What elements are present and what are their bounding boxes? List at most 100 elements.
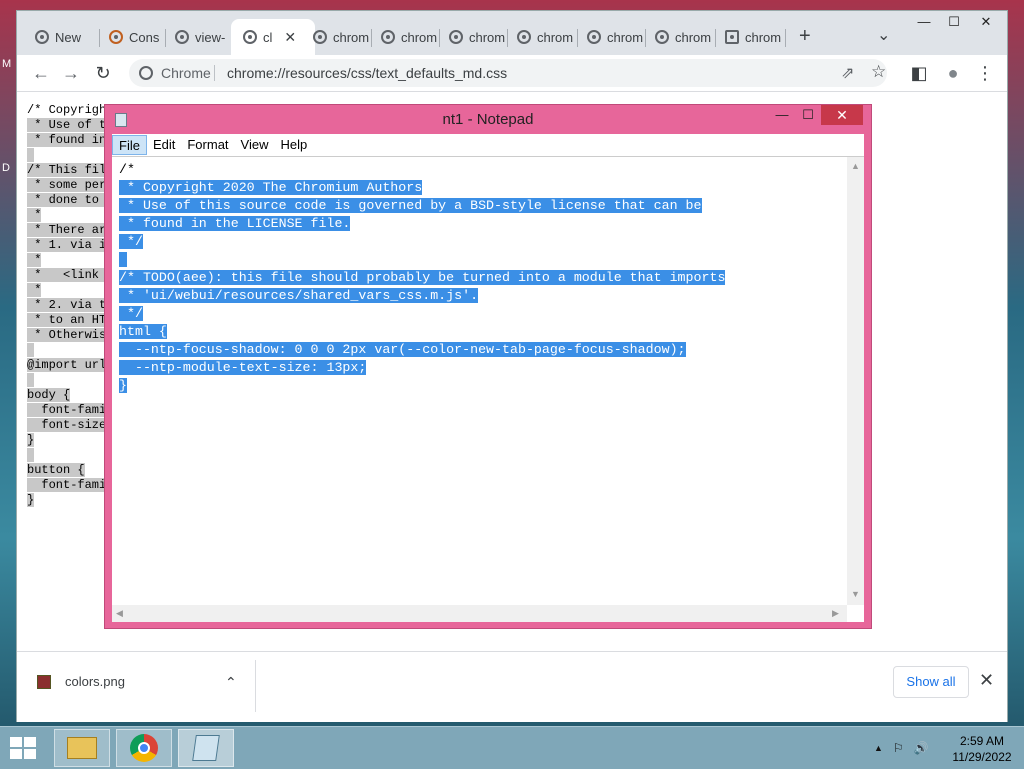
profile-avatar-icon[interactable]: ● (941, 61, 965, 85)
show-hidden-icons-icon[interactable]: ▲ (874, 741, 883, 755)
scroll-down-icon[interactable]: ▼ (851, 589, 860, 599)
text-editor[interactable]: /* * Copyright 2020 The Chromium Authors… (112, 156, 864, 622)
scroll-right-icon[interactable]: ▶ (832, 608, 839, 619)
network-icon[interactable]: ⚐ (893, 741, 904, 755)
new-tab-button[interactable]: + (799, 25, 811, 48)
reload-button[interactable]: ↻ (91, 61, 115, 85)
chrome-taskbar-icon[interactable] (116, 729, 172, 767)
tab[interactable]: chrom (507, 25, 579, 49)
menu-edit[interactable]: Edit (147, 135, 181, 155)
editor-line: --ntp-module-text-size: 13px; (119, 360, 367, 375)
windows-start-icon[interactable] (10, 737, 38, 761)
url-text[interactable]: chrome://resources/css/text_defaults_md.… (227, 65, 507, 81)
forward-button[interactable]: → (59, 61, 83, 85)
menu-view[interactable]: View (235, 135, 275, 155)
tab-label: Cons (129, 29, 160, 45)
tab[interactable]: chrom (715, 25, 787, 49)
chrome-icon (35, 30, 49, 44)
browser-toolbar: ← → ↻ Chrome chrome://resources/css/text… (17, 55, 1007, 92)
close-button[interactable]: ✕ (971, 11, 1001, 33)
maximize-button[interactable]: ☐ (939, 11, 969, 33)
scroll-left-icon[interactable]: ◀ (116, 608, 123, 619)
side-panel-icon[interactable]: ◧ (907, 61, 931, 85)
tab[interactable]: chrom (371, 25, 443, 49)
download-item[interactable]: colors.png (37, 674, 125, 689)
system-tray: ▲ ⚐ 🔊 (874, 741, 929, 755)
tab-label: chrom (745, 29, 782, 45)
tab-label: chrom (469, 29, 506, 45)
download-file-name: colors.png (65, 674, 125, 689)
editor-text[interactable]: /* * Copyright 2020 The Chromium Authors… (119, 161, 847, 601)
menu-help[interactable]: Help (274, 135, 313, 155)
divider (255, 660, 256, 712)
editor-line: /* TODO(aee): this file should probably … (119, 270, 726, 285)
address-bar[interactable]: Chrome chrome://resources/css/text_defau… (129, 59, 887, 87)
editor-lines: /* * Copyright 2020 The Chromium Authors… (119, 161, 847, 395)
horizontal-scrollbar[interactable]: ◀ ▶ (112, 605, 847, 622)
tab[interactable]: chrom (439, 25, 511, 49)
tab-search-button[interactable]: ⌄ (877, 25, 890, 45)
chrome-icon (381, 30, 395, 44)
tab[interactable]: chrom (303, 25, 375, 49)
chrome-icon (243, 30, 257, 44)
vertical-scrollbar[interactable]: ▲ ▼ (847, 157, 864, 605)
tab[interactable]: view- (165, 25, 237, 49)
desktop-icon-label: M (2, 58, 12, 70)
menu-file[interactable]: File (112, 135, 147, 155)
editor-line: /* (119, 162, 135, 177)
taskbar: ▲ ⚐ 🔊 2:59 AM 11/29/2022 (0, 726, 1024, 769)
tab-strip: New Cons view- cl ✕ chrom chrom chrom chr… (17, 11, 1007, 55)
tab[interactable]: chrom (577, 25, 649, 49)
close-tab-icon[interactable]: ✕ (284, 29, 296, 46)
editor-line: --ntp-focus-shadow: 0 0 0 2px var(--colo… (119, 342, 686, 357)
tab[interactable]: chrom (645, 25, 717, 49)
notepad-taskbar-icon[interactable] (178, 729, 234, 767)
back-button[interactable]: ← (29, 61, 53, 85)
chevron-up-icon[interactable]: ⌃ (225, 674, 237, 691)
file-explorer-icon[interactable] (54, 729, 110, 767)
chrome-icon (517, 30, 531, 44)
tab-label: view- (195, 29, 226, 45)
chrome-icon (139, 66, 153, 80)
tab-label: chrom (607, 29, 644, 45)
volume-icon[interactable]: 🔊 (914, 741, 929, 755)
close-button[interactable]: ✕ (821, 105, 863, 125)
download-bar: colors.png ⌃ Show all ✕ (17, 651, 1007, 722)
editor-line: */ (119, 306, 143, 321)
menu-format[interactable]: Format (181, 135, 234, 155)
editor-line: * 'ui/webui/resources/shared_vars_css.m.… (119, 288, 479, 303)
editor-line (119, 251, 847, 269)
menu-bar: File Edit Format View Help (112, 134, 864, 156)
editor-line: * found in the LICENSE file. (119, 216, 351, 231)
clock-time: 2:59 AM (959, 734, 1005, 748)
maximize-button[interactable]: ☐ (795, 105, 821, 125)
tab-label: chrom (401, 29, 438, 45)
tab-label: chrom (675, 29, 712, 45)
bookmark-star-icon[interactable]: ☆ (871, 62, 886, 82)
chrome-icon (175, 30, 189, 44)
minimize-button[interactable]: — (909, 11, 939, 33)
site-chip-label: Chrome (161, 65, 211, 81)
close-download-bar-icon[interactable]: ✕ (979, 670, 994, 691)
tab[interactable]: Cons (99, 25, 171, 49)
chrome-icon (449, 30, 463, 44)
editor-line: } (119, 378, 127, 393)
site-chip[interactable]: Chrome (139, 65, 211, 81)
share-icon[interactable]: ⇗ (841, 63, 854, 83)
desktop-icon-label: D (2, 162, 10, 174)
tab-label: cl (263, 29, 273, 45)
minimize-button[interactable]: — (769, 105, 795, 125)
clock[interactable]: 2:59 AM 11/29/2022 (944, 733, 1020, 765)
extension-icon (725, 30, 739, 44)
image-file-icon (37, 674, 51, 689)
title-bar[interactable]: nt1 - Notepad — ☐ ✕ (105, 105, 871, 133)
editor-line: */ (119, 234, 143, 249)
notepad-window: nt1 - Notepad — ☐ ✕ File Edit Format Vie… (104, 104, 872, 629)
window-title: nt1 - Notepad (442, 111, 534, 128)
scroll-up-icon[interactable]: ▲ (851, 161, 860, 171)
tab[interactable]: New (25, 25, 107, 49)
editor-line: * Copyright 2020 The Chromium Authors (119, 180, 423, 195)
clock-date: 11/29/2022 (952, 750, 1012, 764)
menu-icon[interactable]: ⋮ (973, 61, 997, 85)
show-all-button[interactable]: Show all (893, 666, 969, 698)
